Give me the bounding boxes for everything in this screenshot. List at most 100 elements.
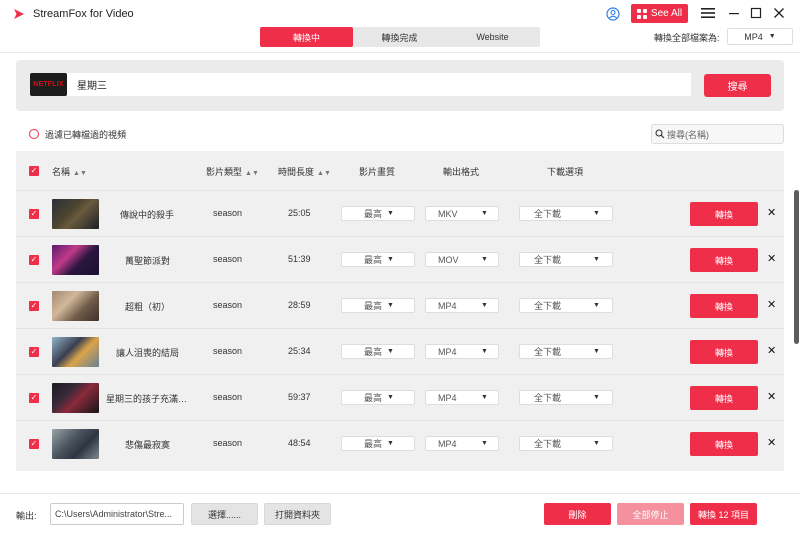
row-checkbox[interactable]: ✓ — [29, 301, 39, 311]
chevron-down-icon: ▼ — [593, 302, 600, 309]
header-type[interactable]: 影片類型 ▲▼ — [206, 165, 259, 178]
delete-all-button[interactable]: 刪除 — [544, 503, 611, 525]
video-duration: 25:05 — [288, 208, 311, 218]
sort-icon: ▲▼ — [245, 170, 259, 177]
convert-button[interactable]: 轉換 — [690, 294, 758, 318]
download-select[interactable]: 全下載 ▼ — [519, 344, 613, 359]
convert-button[interactable]: 轉換 — [690, 432, 758, 456]
video-type: season — [213, 208, 243, 218]
output-path-field[interactable]: C:\Users\Administrator\Stre... — [50, 503, 184, 525]
search-button[interactable]: 搜尋 — [704, 74, 771, 97]
quality-select[interactable]: 最高 ▼ — [341, 436, 415, 451]
header-divider — [0, 52, 800, 53]
convert-button[interactable]: 轉換 — [690, 340, 758, 364]
table-row: ✓ 萬聖節派對 season 51:39 最高 ▼ MOV ▼ 全下載 ▼ 轉換 ✕ — [16, 236, 784, 282]
table-scrollbar[interactable] — [794, 190, 799, 344]
video-type: season — [213, 346, 243, 356]
source-badge[interactable]: NETFLIX — [30, 73, 67, 96]
sort-icon: ▲▼ — [317, 170, 331, 177]
row-checkbox[interactable]: ✓ — [29, 347, 39, 357]
choose-folder-button[interactable]: 選擇...... — [191, 503, 258, 525]
see-all-button[interactable]: See All — [631, 4, 688, 23]
open-folder-button[interactable]: 打開資料夾 — [264, 503, 331, 525]
video-duration: 48:54 — [288, 438, 311, 448]
header-duration[interactable]: 時間長度 ▲▼ — [278, 165, 331, 178]
quality-select[interactable]: 最高 ▼ — [341, 344, 415, 359]
select-all-checkbox[interactable]: ✓ — [29, 166, 39, 176]
download-select[interactable]: 全下載 ▼ — [519, 436, 613, 451]
table-header: ✓ 名稱 ▲▼ 影片類型 ▲▼ 時間長度 ▲▼ 影片畫質 輸出格式 下載選項 — [16, 151, 784, 190]
filter-converted-radio[interactable] — [29, 129, 39, 139]
table-row: ✓ 讓人沮喪的結局 season 25:34 最高 ▼ MP4 ▼ 全下載 ▼ 轉換 … — [16, 328, 784, 374]
header-download: 下載選項 — [547, 167, 584, 177]
menu-button[interactable] — [700, 5, 716, 21]
tab-converted[interactable]: 轉換完成 — [353, 27, 446, 47]
remove-row-icon[interactable]: ✕ — [767, 252, 776, 265]
main-tabs: 轉換中 轉換完成 Website — [260, 27, 540, 47]
format-select[interactable]: MOV ▼ — [425, 252, 499, 267]
format-select[interactable]: MP4 ▼ — [425, 298, 499, 313]
maximize-icon — [750, 7, 762, 19]
remove-row-icon[interactable]: ✕ — [767, 390, 776, 403]
format-select[interactable]: MP4 ▼ — [425, 390, 499, 405]
video-thumbnail — [52, 199, 99, 229]
quality-select[interactable]: 最高 ▼ — [341, 298, 415, 313]
chevron-down-icon: ▼ — [593, 256, 600, 263]
convert-all-format-value: MP4 — [744, 31, 763, 42]
download-select[interactable]: 全下載 ▼ — [519, 252, 613, 267]
header-quality: 影片畫質 — [359, 167, 396, 177]
video-thumbnail — [52, 245, 99, 275]
quality-select[interactable]: 最高 ▼ — [341, 252, 415, 267]
user-account-icon[interactable] — [606, 7, 620, 21]
video-type: season — [213, 392, 243, 402]
table-row: ✓ 星期三的孩子充滿… season 59:37 最高 ▼ MP4 ▼ 全下載 ▼ 轉… — [16, 374, 784, 420]
format-select[interactable]: MP4 ▼ — [425, 344, 499, 359]
video-title: 傳說中的殺手 — [120, 210, 175, 220]
row-checkbox[interactable]: ✓ — [29, 255, 39, 265]
close-window-button[interactable] — [771, 5, 787, 21]
search-icon — [655, 129, 665, 139]
tab-website[interactable]: Website — [446, 27, 539, 47]
list-search-input[interactable]: 搜尋(名稱) — [651, 124, 784, 144]
header-name[interactable]: 名稱 ▲▼ — [52, 165, 87, 178]
convert-button[interactable]: 轉換 — [690, 386, 758, 410]
convert-button[interactable]: 轉換 — [690, 248, 758, 272]
list-search-placeholder: 搜尋(名稱) — [667, 129, 709, 140]
video-type: season — [213, 254, 243, 264]
row-checkbox[interactable]: ✓ — [29, 209, 39, 219]
chevron-down-icon: ▼ — [387, 210, 394, 217]
stop-all-button[interactable]: 全部停止 — [617, 503, 684, 525]
chevron-down-icon: ▼ — [593, 210, 600, 217]
download-select[interactable]: 全下載 ▼ — [519, 298, 613, 313]
search-input[interactable]: 星期三 — [67, 73, 691, 96]
chevron-down-icon: ▼ — [387, 394, 394, 401]
close-icon — [774, 8, 784, 18]
format-select[interactable]: MKV ▼ — [425, 206, 499, 221]
quality-select[interactable]: 最高 ▼ — [341, 206, 415, 221]
video-thumbnail — [52, 383, 99, 413]
remove-row-icon[interactable]: ✕ — [767, 206, 776, 219]
header-format: 輸出格式 — [443, 167, 480, 177]
table-row: ✓ 超粗（初） season 28:59 最高 ▼ MP4 ▼ 全下載 ▼ 轉換 ✕ — [16, 282, 784, 328]
quality-select[interactable]: 最高 ▼ — [341, 390, 415, 405]
maximize-button[interactable] — [748, 5, 764, 21]
chevron-down-icon: ▼ — [593, 394, 600, 401]
tab-converting[interactable]: 轉換中 — [260, 27, 353, 47]
video-title: 萬聖節派對 — [125, 256, 171, 266]
download-select[interactable]: 全下載 ▼ — [519, 390, 613, 405]
chevron-down-icon: ▼ — [768, 33, 776, 40]
video-thumbnail — [52, 337, 99, 367]
format-select[interactable]: MP4 ▼ — [425, 436, 499, 451]
output-label: 輸出: — [16, 511, 37, 521]
remove-row-icon[interactable]: ✕ — [767, 436, 776, 449]
row-checkbox[interactable]: ✓ — [29, 439, 39, 449]
remove-row-icon[interactable]: ✕ — [767, 298, 776, 311]
video-title: 讓人沮喪的結局 — [116, 348, 180, 358]
download-select[interactable]: 全下載 ▼ — [519, 206, 613, 221]
convert-all-button[interactable]: 轉換 12 項目 — [690, 503, 757, 525]
minimize-button[interactable] — [726, 5, 742, 21]
row-checkbox[interactable]: ✓ — [29, 393, 39, 403]
convert-all-format-select[interactable]: MP4 ▼ — [727, 28, 793, 45]
remove-row-icon[interactable]: ✕ — [767, 344, 776, 357]
convert-button[interactable]: 轉換 — [690, 202, 758, 226]
